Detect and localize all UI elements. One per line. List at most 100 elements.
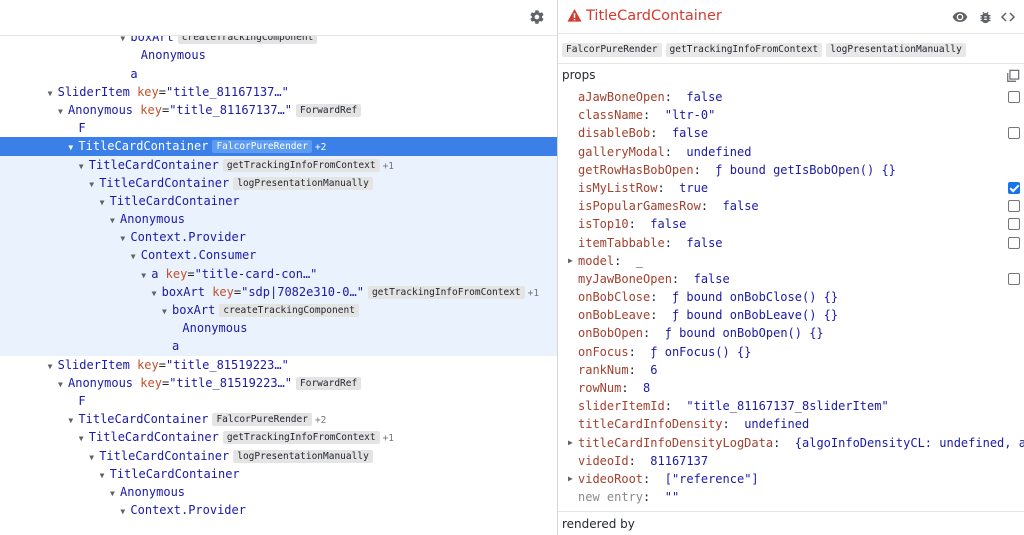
expand-arrow-icon[interactable]: ▶ <box>568 252 573 270</box>
prop-row[interactable]: className: "ltr-0" <box>558 106 1024 124</box>
tree-row[interactable]: ▼ boxArt key="sdp|7082e310-0…" getTracking… <box>0 282 557 301</box>
expand-arrow-icon[interactable]: ▶ <box>568 470 573 488</box>
prop-value[interactable]: "title_81167137_8sliderItem" <box>686 399 888 413</box>
prop-row[interactable]: getRowHasBobOpen: ƒ bound getIsBobOpen()… <box>558 161 1024 179</box>
hoc-badge: FalcorPureRender <box>562 43 662 57</box>
prop-row[interactable]: ▶ titleCardInfoDensityLogData: {algoInfoD… <box>558 434 1024 452</box>
prop-value[interactable]: ƒ onFocus() {} <box>650 345 751 359</box>
checkbox-unchecked[interactable] <box>1008 91 1020 103</box>
tree-row[interactable]: ▼ TitleCardContainer getTrackingInfoFromCo… <box>0 428 557 446</box>
prop-row[interactable]: rowNum: 8 <box>558 379 1024 397</box>
prop-key: onBobLeave <box>578 308 651 323</box>
prop-value[interactable]: {algoInfoDensityCL: undefined, algoI… <box>795 436 1024 450</box>
prop-row[interactable]: videoId: 81167137 <box>558 452 1024 470</box>
prop-row[interactable]: aJawBoneOpen: false <box>558 88 1024 106</box>
prop-value[interactable]: false <box>650 217 686 231</box>
prop-value[interactable]: 8 <box>643 381 650 395</box>
tree-row[interactable]: ▼ TitleCardContainer <box>0 191 557 211</box>
gear-icon[interactable] <box>527 7 547 27</box>
tree-row[interactable]: ▼ Anonymous <box>0 210 557 229</box>
tree-row-selected[interactable]: ▼ TitleCardContainer FalcorPureRender +2 <box>0 137 557 156</box>
tree-row[interactable]: ▼ Context.Consumer <box>0 246 557 265</box>
prop-row[interactable]: disableBob: false <box>558 124 1024 142</box>
prop-row[interactable]: onBobClose: ƒ bound onBobClose() {} <box>558 288 1024 306</box>
checkbox-unchecked[interactable] <box>1008 200 1020 213</box>
tree-row[interactable]: Anonymous <box>0 46 557 64</box>
prop-value[interactable]: false <box>723 199 759 213</box>
prop-value[interactable]: ƒ bound onBobOpen() {} <box>665 326 824 340</box>
tree-row[interactable]: ▼ TitleCardContainer logPresentationManual… <box>0 447 557 465</box>
expand-arrow-icon[interactable]: ▼ <box>120 503 130 521</box>
prop-value[interactable]: false <box>672 126 708 140</box>
expand-arrow-icon[interactable]: ▶ <box>568 434 573 452</box>
tree-row[interactable]: ▼ a key="title-card-con…" <box>0 264 557 283</box>
tree-row[interactable]: a <box>0 65 557 83</box>
tree-row[interactable]: ▼ Anonymous key="title_81167137…" ForwardR… <box>0 101 557 119</box>
tree-row[interactable]: F <box>0 392 557 410</box>
checkbox-unchecked[interactable] <box>1008 218 1020 231</box>
source-code-icon[interactable] <box>999 8 1017 26</box>
checkbox-unchecked[interactable] <box>1008 127 1020 140</box>
key-attribute-name: key <box>165 266 188 281</box>
prop-value[interactable]: ["reference"] <box>665 472 759 486</box>
tree-row[interactable]: ▼ TitleCardContainer FalcorPureRender +2 <box>0 410 557 428</box>
prop-row[interactable]: isPopularGamesRow: false <box>558 197 1024 215</box>
prop-row[interactable]: myJawBoneOpen: false <box>558 270 1024 288</box>
prop-row[interactable]: rankNum: 6 <box>558 361 1024 379</box>
prop-row[interactable]: ▶ model: _ <box>558 252 1024 270</box>
tree-row[interactable]: ▼ SliderItem key="title_81167137…" <box>0 83 557 101</box>
prop-value[interactable]: undefined <box>686 145 751 159</box>
prop-row[interactable]: onBobOpen: ƒ bound onBobOpen() {} <box>558 324 1024 342</box>
prop-value[interactable]: ƒ bound getIsBobOpen() {} <box>715 163 896 177</box>
prop-value[interactable]: true <box>679 181 708 195</box>
prop-key: aJawBoneOpen <box>578 90 665 104</box>
prop-value[interactable]: ƒ bound onBobClose() {} <box>672 290 838 304</box>
tree-row[interactable]: F <box>0 119 557 137</box>
tree-row[interactable]: ▼ SliderItem key="title_81519223…" <box>0 356 557 374</box>
tree-row[interactable]: ▼ TitleCardContainer logPresentationManual… <box>0 173 557 192</box>
component-name: SliderItem <box>57 357 130 372</box>
prop-value[interactable]: false <box>686 236 722 250</box>
prop-value[interactable]: 81167137 <box>650 454 708 468</box>
tree-row[interactable]: ▼ Anonymous key="title_81519223…" ForwardR… <box>0 374 557 392</box>
hoc-extra-count: +2 <box>314 415 327 427</box>
eye-icon[interactable] <box>951 8 969 26</box>
prop-value[interactable]: ƒ bound onBobLeave() {} <box>672 308 838 322</box>
new-prop-entry[interactable]: new entry: "" <box>558 488 1024 506</box>
prop-value[interactable]: false <box>686 90 722 104</box>
prop-row[interactable]: isTop10: false <box>558 215 1024 233</box>
prop-row[interactable]: onBobLeave: ƒ bound onBobLeave() {} <box>558 306 1024 324</box>
component-name: TitleCardContainer <box>99 448 230 463</box>
prop-row[interactable]: ▶ videoRoot: ["reference"] <box>558 470 1024 488</box>
prop-value[interactable]: undefined <box>744 417 809 431</box>
checkbox-checked[interactable] <box>1008 181 1020 194</box>
prop-key[interactable]: new entry <box>578 490 643 504</box>
tree-row[interactable]: ▼ Context.Provider <box>0 228 557 247</box>
prop-key: titleCardInfoDensityLogData <box>578 435 774 450</box>
prop-value[interactable]: "ltr-0" <box>665 108 716 122</box>
prop-value[interactable]: false <box>694 272 730 286</box>
prop-key: isMyListRow <box>578 180 658 195</box>
prop-row[interactable]: sliderItemId: "title_81167137_8sliderIte… <box>558 397 1024 415</box>
prop-row[interactable]: isMyListRow: true <box>558 179 1024 197</box>
checkbox-unchecked[interactable] <box>1008 272 1020 285</box>
tree-row[interactable]: ▼ boxArt createTrackingComponent <box>0 301 557 320</box>
prop-row[interactable]: galleryModal: undefined <box>558 143 1024 161</box>
prop-row[interactable]: itemTabbable: false <box>558 234 1024 252</box>
prop-value[interactable]: 6 <box>650 363 657 377</box>
tree-row[interactable]: a <box>0 337 557 356</box>
prop-row[interactable]: titleCardInfoDensity: undefined <box>558 415 1024 433</box>
tree-row[interactable]: Anonymous <box>0 319 557 338</box>
tree-row[interactable]: ▼ Anonymous <box>0 483 557 501</box>
prop-row[interactable]: onFocus: ƒ onFocus() {} <box>558 343 1024 361</box>
hoc-badge: getTrackingInfoFromContext <box>367 285 525 299</box>
tree-row[interactable]: ▼ Context.Provider <box>0 501 557 519</box>
component-name: TitleCardContainer <box>109 466 240 481</box>
prop-value[interactable]: _ <box>636 254 643 268</box>
checkbox-unchecked[interactable] <box>1008 236 1020 249</box>
bug-icon[interactable] <box>976 8 994 26</box>
copy-icon[interactable] <box>1006 69 1020 83</box>
tree-row[interactable]: ▼ TitleCardContainer <box>0 465 557 483</box>
prop-value[interactable]: "" <box>665 490 679 504</box>
tree-row[interactable]: ▼ TitleCardContainer getTrackingInfoFromCo… <box>0 155 557 174</box>
